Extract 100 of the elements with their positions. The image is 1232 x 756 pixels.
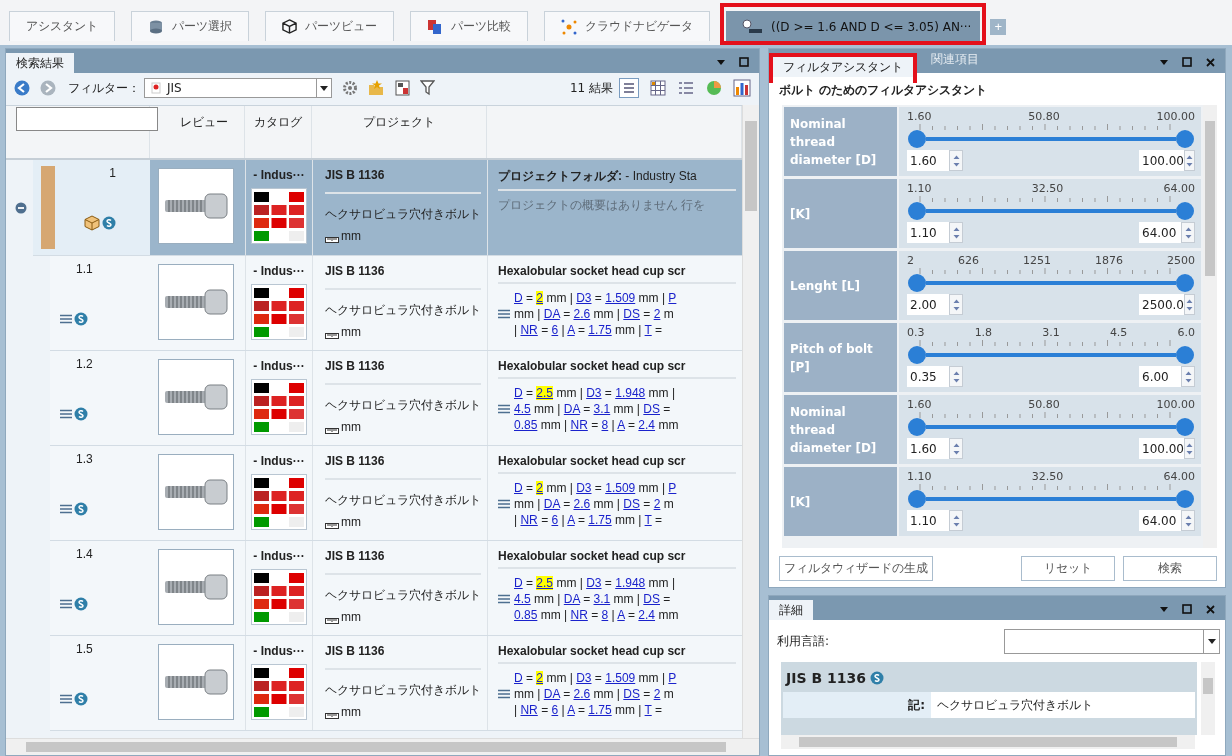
panel-tab[interactable]: フィルタアシスタント — [773, 57, 913, 77]
parameter-link[interactable]: 1.509 — [605, 481, 636, 495]
list-view-icon[interactable] — [619, 78, 639, 98]
dropdown-icon[interactable] — [1160, 606, 1168, 612]
slider-thumb[interactable] — [908, 346, 926, 364]
range-slider[interactable] — [908, 202, 1194, 220]
parameter-link[interactable]: DA — [543, 687, 560, 701]
action-button[interactable]: フィルタウィザードの生成 — [779, 556, 933, 581]
folder-star-icon[interactable] — [368, 80, 385, 96]
back-icon[interactable] — [14, 80, 30, 96]
parameter-link[interactable]: DA — [563, 592, 580, 606]
tab[interactable]: パーツ選択 — [131, 11, 249, 41]
parameter-link[interactable]: D — [514, 671, 523, 685]
parameter-link[interactable]: 1.509 — [605, 671, 636, 685]
gear-icon[interactable] — [342, 80, 358, 96]
horizontal-scrollbar[interactable] — [6, 738, 759, 755]
max-value-field[interactable]: 100.00 — [1139, 438, 1195, 459]
parameter-link[interactable]: 2 — [653, 497, 661, 511]
parameter-link[interactable]: D — [514, 481, 523, 495]
parameter-link[interactable]: DS — [623, 497, 640, 511]
min-value-field[interactable]: 1.10 — [907, 222, 963, 243]
parameter-link[interactable]: D — [514, 576, 523, 590]
parameter-link[interactable]: P — [668, 291, 677, 305]
action-button[interactable]: 検索 — [1123, 556, 1217, 581]
slider-thumb[interactable] — [908, 490, 926, 508]
parameter-link[interactable]: NR — [520, 513, 538, 527]
parameter-link[interactable]: 6 — [551, 703, 559, 717]
details-view-icon[interactable] — [677, 79, 695, 97]
parameter-link[interactable]: 1.948 — [615, 576, 646, 590]
vertical-scrollbar[interactable] — [742, 105, 759, 738]
document-icon[interactable] — [395, 80, 410, 96]
min-value-field[interactable]: 1.10 — [907, 510, 963, 531]
panel-tab[interactable]: 検索結果 — [6, 53, 74, 73]
range-slider[interactable] — [908, 346, 1194, 364]
parameter-link[interactable]: 2 — [653, 687, 661, 701]
column-header[interactable]: カタログ — [245, 106, 312, 158]
filter-dropdown[interactable]: JIS — [144, 78, 332, 98]
max-value-field[interactable]: 64.00 — [1139, 222, 1195, 243]
parameter-link[interactable]: P — [668, 481, 677, 495]
maximize-icon[interactable] — [739, 57, 749, 67]
parameter-link[interactable]: DA — [543, 497, 560, 511]
slider-thumb[interactable] — [1176, 274, 1194, 292]
max-value-field[interactable]: 2500.0 — [1139, 294, 1195, 315]
tab[interactable]: クラウドナビゲータ — [544, 11, 710, 41]
horizontal-scrollbar[interactable] — [781, 735, 1195, 749]
vertical-scrollbar[interactable] — [1203, 105, 1217, 548]
parameter-link[interactable]: DS — [623, 307, 640, 321]
parameter-link[interactable]: 4.5 — [514, 402, 531, 416]
parameter-link[interactable]: 2.4 — [638, 608, 656, 622]
parameter-link[interactable]: 0.85 — [514, 608, 538, 622]
parameter-link[interactable]: 2.6 — [573, 307, 591, 321]
min-value-field[interactable]: 2.00 — [907, 294, 963, 315]
parameter-link[interactable]: A — [567, 513, 575, 527]
maximize-icon[interactable] — [1182, 604, 1192, 614]
filter-icon[interactable] — [420, 80, 435, 96]
min-value-field[interactable]: 1.60 — [907, 438, 963, 459]
range-slider[interactable] — [908, 130, 1194, 148]
parameter-link[interactable]: DS — [643, 592, 660, 606]
range-slider[interactable] — [908, 490, 1194, 508]
dropdown-icon[interactable] — [1160, 59, 1168, 65]
parameter-link[interactable]: 1.75 — [588, 323, 612, 337]
close-icon[interactable] — [1206, 604, 1215, 614]
parameter-link[interactable]: DS — [643, 402, 660, 416]
slider-thumb[interactable] — [1176, 418, 1194, 436]
parameter-link[interactable]: 2 — [536, 671, 544, 685]
parameter-link[interactable]: A — [567, 323, 575, 337]
dropdown-icon[interactable] — [717, 59, 725, 65]
result-row[interactable]: 1.2 - Indus··· JIS B 1136 ヘクサロビュラ穴付きボルト mm Hexalobular socket head cup scr D = 2.5 mm | D3 = 1.948 mm | 4.5 mm | DA = 3.1 mm | DS = 0.85 mm | NR = 8 | A = 2.4 mm — [50, 351, 742, 446]
result-row[interactable]: 1.1 - Indus··· JIS B 1136 ヘクサロビュラ穴付きボルト mm Hexalobular socket head cup scr D = 2 mm | D3 = 1.509 mm | P mm | DA = 2.6 mm | DS = 2 m | NR = 6 | A = 1.75 mm | T = — [50, 256, 742, 351]
vertical-scrollbar[interactable] — [1201, 662, 1215, 735]
parameter-link[interactable]: A — [617, 418, 625, 432]
slider-thumb[interactable] — [908, 274, 926, 292]
parameter-link[interactable]: 2.5 — [536, 576, 554, 590]
parameter-link[interactable]: D3 — [586, 576, 602, 590]
slider-thumb[interactable] — [1176, 202, 1194, 220]
tab[interactable]: パーツビュー — [265, 11, 394, 41]
parameter-link[interactable]: 6 — [551, 323, 559, 337]
parameter-link[interactable]: P — [668, 671, 677, 685]
parameter-link[interactable]: DA — [563, 402, 580, 416]
parameter-link[interactable]: 8 — [601, 608, 609, 622]
parameter-link[interactable]: 2.4 — [638, 418, 656, 432]
language-dropdown[interactable] — [1004, 628, 1220, 654]
parameter-link[interactable]: T — [644, 323, 652, 337]
slider-thumb[interactable] — [1176, 490, 1194, 508]
slider-thumb[interactable] — [908, 418, 926, 436]
tab[interactable]: ((D >= 1.6 AND D <= 3.05) AN··· — [726, 11, 981, 41]
parameter-link[interactable]: 2 — [536, 291, 544, 305]
parameter-link[interactable]: 3.1 — [593, 592, 611, 606]
slider-thumb[interactable] — [1176, 346, 1194, 364]
slider-thumb[interactable] — [908, 130, 926, 148]
parameter-link[interactable]: T — [644, 513, 652, 527]
tab[interactable]: アシスタント — [9, 11, 115, 41]
parameter-link[interactable]: 3.1 — [593, 402, 611, 416]
parameter-link[interactable]: 8 — [601, 418, 609, 432]
parameter-link[interactable]: 0.85 — [514, 418, 538, 432]
min-value-field[interactable]: 0.35 — [907, 366, 963, 387]
parameter-link[interactable]: 1.948 — [615, 386, 646, 400]
parameter-link[interactable]: NR — [520, 703, 538, 717]
column-header[interactable]: レビュー — [150, 106, 245, 158]
parameter-link[interactable]: D3 — [576, 671, 592, 685]
